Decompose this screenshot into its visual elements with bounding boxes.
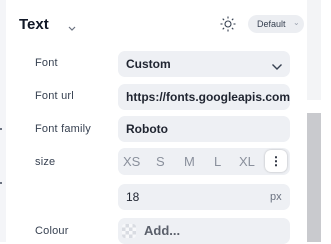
transparent-swatch-icon	[122, 224, 136, 238]
font-select-value: Custom	[126, 57, 171, 71]
size-option-m[interactable]: M	[184, 154, 195, 169]
font-family-label: Font family	[35, 123, 91, 135]
font-label: Font	[35, 57, 58, 69]
font-family-input[interactable]: Roboto	[118, 116, 290, 142]
chevron-down-icon[interactable]	[67, 20, 77, 31]
chevron-down-icon: ⌄	[293, 18, 300, 27]
size-segmented-control: XS S M L XL ⋮	[118, 148, 290, 175]
preset-select[interactable]: Default ⌄	[248, 15, 304, 33]
left-edge-mark	[0, 182, 2, 184]
left-edge-mark	[0, 128, 2, 130]
size-input-value: 18	[126, 190, 140, 204]
size-option-l[interactable]: L	[214, 154, 221, 169]
chevron-down-icon	[271, 60, 283, 70]
colour-picker[interactable]: Add...	[118, 218, 290, 244]
section-header: Text Default ⌄	[19, 14, 304, 36]
size-unit: px	[270, 191, 282, 203]
font-url-label: Font url	[35, 90, 74, 102]
font-url-input[interactable]: https://fonts.googleapis.com	[118, 84, 290, 110]
colour-label: Colour	[35, 225, 69, 237]
sun-icon[interactable]	[219, 15, 237, 33]
scrollbar-upper-track	[307, 0, 321, 100]
more-vertical-icon[interactable]: ⋮	[265, 150, 287, 172]
preset-select-label: Default	[257, 19, 286, 29]
size-label: size	[35, 156, 56, 168]
section-title: Text	[19, 16, 49, 33]
colour-value: Add...	[144, 223, 181, 238]
size-option-xl[interactable]: XL	[239, 154, 255, 169]
font-url-value: https://fonts.googleapis.com	[126, 90, 290, 104]
size-option-xs[interactable]: XS	[123, 154, 140, 169]
font-family-value: Roboto	[126, 122, 168, 136]
size-input[interactable]: 18 px	[118, 184, 290, 210]
font-select[interactable]: Custom	[118, 51, 290, 77]
size-option-s[interactable]: S	[156, 154, 165, 169]
scrollbar-thumb[interactable]	[307, 113, 321, 242]
